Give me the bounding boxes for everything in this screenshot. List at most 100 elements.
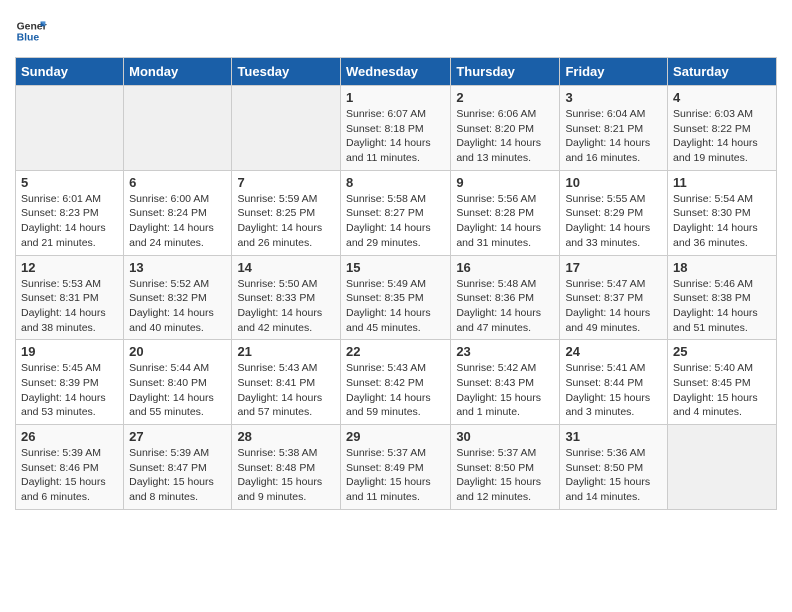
day-info: Sunrise: 5:48 AM Sunset: 8:36 PM Dayligh…: [456, 277, 554, 336]
logo-icon: General Blue: [15, 15, 47, 47]
day-info: Sunrise: 5:36 AM Sunset: 8:50 PM Dayligh…: [565, 446, 662, 505]
calendar-cell: 6 Sunrise: 6:00 AM Sunset: 8:24 PM Daylig…: [124, 170, 232, 255]
calendar-cell: 21Sunrise: 5:43 AM Sunset: 8:41 PM Dayli…: [232, 340, 341, 425]
calendar-cell: 16 Sunrise: 5:48 AM Sunset: 8:36 PM Dayli…: [451, 255, 560, 340]
day-number: 1: [346, 90, 445, 105]
day-info: Sunrise: 5:54 AM Sunset: 8:30 PM Dayligh…: [673, 192, 771, 251]
calendar-table: SundayMondayTuesdayWednesdayThursdayFrid…: [15, 57, 777, 510]
calendar-cell: [232, 86, 341, 171]
calendar-cell: 19 Sunrise: 5:45 AM Sunset: 8:39 PM Dayli…: [16, 340, 124, 425]
calendar-cell: 22 Sunrise: 5:43 AM Sunset: 8:42 PM Dayli…: [340, 340, 450, 425]
calendar-cell: 4 Sunrise: 6:03 AM Sunset: 8:22 PM Daylig…: [668, 86, 777, 171]
calendar-cell: 5 Sunrise: 6:01 AM Sunset: 8:23 PM Daylig…: [16, 170, 124, 255]
day-number: 18: [673, 260, 771, 275]
day-info: Sunrise: 5:53 AM Sunset: 8:31 PM Dayligh…: [21, 277, 118, 336]
calendar-cell: 13 Sunrise: 5:52 AM Sunset: 8:32 PM Dayli…: [124, 255, 232, 340]
calendar-cell: 24Sunrise: 5:41 AM Sunset: 8:44 PM Dayli…: [560, 340, 668, 425]
calendar-cell: 28 Sunrise: 5:38 AM Sunset: 8:48 PM Dayli…: [232, 425, 341, 510]
day-info: Sunrise: 5:42 AM Sunset: 8:43 PM Dayligh…: [456, 361, 554, 420]
svg-text:Blue: Blue: [17, 33, 40, 44]
day-info: Sunrise: 5:38 AM Sunset: 8:48 PM Dayligh…: [237, 446, 335, 505]
day-info: Sunrise: 6:06 AM Sunset: 8:20 PM Dayligh…: [456, 107, 554, 166]
calendar-week-0: 1 Sunrise: 6:07 AM Sunset: 8:18 PM Daylig…: [16, 86, 777, 171]
day-number: 31: [565, 429, 662, 444]
calendar-cell: 27Sunrise: 5:39 AM Sunset: 8:47 PM Dayli…: [124, 425, 232, 510]
day-info: Sunrise: 5:40 AM Sunset: 8:45 PM Dayligh…: [673, 361, 771, 420]
day-info: Sunrise: 5:59 AM Sunset: 8:25 PM Dayligh…: [237, 192, 335, 251]
day-info: Sunrise: 6:07 AM Sunset: 8:18 PM Dayligh…: [346, 107, 445, 166]
calendar-cell: 7Sunrise: 5:59 AM Sunset: 8:25 PM Daylig…: [232, 170, 341, 255]
day-info: Sunrise: 5:43 AM Sunset: 8:42 PM Dayligh…: [346, 361, 445, 420]
day-number: 9: [456, 175, 554, 190]
day-info: Sunrise: 5:58 AM Sunset: 8:27 PM Dayligh…: [346, 192, 445, 251]
day-info: Sunrise: 5:52 AM Sunset: 8:32 PM Dayligh…: [129, 277, 226, 336]
day-number: 29: [346, 429, 445, 444]
day-number: 26: [21, 429, 118, 444]
day-number: 25: [673, 344, 771, 359]
calendar-cell: [124, 86, 232, 171]
calendar-cell: 11 Sunrise: 5:54 AM Sunset: 8:30 PM Dayli…: [668, 170, 777, 255]
day-header-wednesday: Wednesday: [340, 58, 450, 86]
day-number: 10: [565, 175, 662, 190]
day-info: Sunrise: 5:43 AM Sunset: 8:41 PM Dayligh…: [237, 361, 335, 420]
calendar-cell: [668, 425, 777, 510]
day-number: 23: [456, 344, 554, 359]
day-info: Sunrise: 5:37 AM Sunset: 8:49 PM Dayligh…: [346, 446, 445, 505]
day-number: 5: [21, 175, 118, 190]
day-header-sunday: Sunday: [16, 58, 124, 86]
day-number: 3: [565, 90, 662, 105]
day-info: Sunrise: 5:45 AM Sunset: 8:39 PM Dayligh…: [21, 361, 118, 420]
calendar-cell: 3 Sunrise: 6:04 AM Sunset: 8:21 PM Daylig…: [560, 86, 668, 171]
day-number: 4: [673, 90, 771, 105]
calendar-cell: 31 Sunrise: 5:36 AM Sunset: 8:50 PM Dayli…: [560, 425, 668, 510]
day-info: Sunrise: 6:01 AM Sunset: 8:23 PM Dayligh…: [21, 192, 118, 251]
calendar-cell: 20Sunrise: 5:44 AM Sunset: 8:40 PM Dayli…: [124, 340, 232, 425]
calendar-cell: 30 Sunrise: 5:37 AM Sunset: 8:50 PM Dayli…: [451, 425, 560, 510]
day-number: 13: [129, 260, 226, 275]
day-info: Sunrise: 5:37 AM Sunset: 8:50 PM Dayligh…: [456, 446, 554, 505]
calendar-cell: 2 Sunrise: 6:06 AM Sunset: 8:20 PM Daylig…: [451, 86, 560, 171]
calendar-cell: 9Sunrise: 5:56 AM Sunset: 8:28 PM Daylig…: [451, 170, 560, 255]
day-number: 11: [673, 175, 771, 190]
calendar-cell: 8Sunrise: 5:58 AM Sunset: 8:27 PM Daylig…: [340, 170, 450, 255]
day-number: 14: [237, 260, 335, 275]
calendar-cell: 18 Sunrise: 5:46 AM Sunset: 8:38 PM Dayli…: [668, 255, 777, 340]
day-number: 30: [456, 429, 554, 444]
day-number: 16: [456, 260, 554, 275]
day-number: 19: [21, 344, 118, 359]
day-number: 15: [346, 260, 445, 275]
day-info: Sunrise: 6:03 AM Sunset: 8:22 PM Dayligh…: [673, 107, 771, 166]
day-header-friday: Friday: [560, 58, 668, 86]
day-info: Sunrise: 5:39 AM Sunset: 8:46 PM Dayligh…: [21, 446, 118, 505]
day-info: Sunrise: 5:55 AM Sunset: 8:29 PM Dayligh…: [565, 192, 662, 251]
day-info: Sunrise: 5:41 AM Sunset: 8:44 PM Dayligh…: [565, 361, 662, 420]
day-info: Sunrise: 6:04 AM Sunset: 8:21 PM Dayligh…: [565, 107, 662, 166]
day-header-monday: Monday: [124, 58, 232, 86]
calendar-week-1: 5 Sunrise: 6:01 AM Sunset: 8:23 PM Daylig…: [16, 170, 777, 255]
calendar-cell: 23 Sunrise: 5:42 AM Sunset: 8:43 PM Dayli…: [451, 340, 560, 425]
calendar-week-2: 12 Sunrise: 5:53 AM Sunset: 8:31 PM Dayli…: [16, 255, 777, 340]
day-number: 28: [237, 429, 335, 444]
day-info: Sunrise: 6:00 AM Sunset: 8:24 PM Dayligh…: [129, 192, 226, 251]
calendar-cell: 12 Sunrise: 5:53 AM Sunset: 8:31 PM Dayli…: [16, 255, 124, 340]
calendar-header-row: SundayMondayTuesdayWednesdayThursdayFrid…: [16, 58, 777, 86]
day-header-thursday: Thursday: [451, 58, 560, 86]
calendar-cell: 17Sunrise: 5:47 AM Sunset: 8:37 PM Dayli…: [560, 255, 668, 340]
calendar-cell: 15Sunrise: 5:49 AM Sunset: 8:35 PM Dayli…: [340, 255, 450, 340]
calendar-week-4: 26 Sunrise: 5:39 AM Sunset: 8:46 PM Dayli…: [16, 425, 777, 510]
calendar-cell: [16, 86, 124, 171]
day-info: Sunrise: 5:44 AM Sunset: 8:40 PM Dayligh…: [129, 361, 226, 420]
page-header: General Blue: [15, 15, 777, 47]
day-header-saturday: Saturday: [668, 58, 777, 86]
day-info: Sunrise: 5:50 AM Sunset: 8:33 PM Dayligh…: [237, 277, 335, 336]
day-number: 22: [346, 344, 445, 359]
day-number: 12: [21, 260, 118, 275]
day-info: Sunrise: 5:39 AM Sunset: 8:47 PM Dayligh…: [129, 446, 226, 505]
day-number: 17: [565, 260, 662, 275]
day-number: 6: [129, 175, 226, 190]
calendar-cell: 25 Sunrise: 5:40 AM Sunset: 8:45 PM Dayli…: [668, 340, 777, 425]
calendar-cell: 14 Sunrise: 5:50 AM Sunset: 8:33 PM Dayli…: [232, 255, 341, 340]
day-info: Sunrise: 5:46 AM Sunset: 8:38 PM Dayligh…: [673, 277, 771, 336]
day-number: 2: [456, 90, 554, 105]
day-header-tuesday: Tuesday: [232, 58, 341, 86]
